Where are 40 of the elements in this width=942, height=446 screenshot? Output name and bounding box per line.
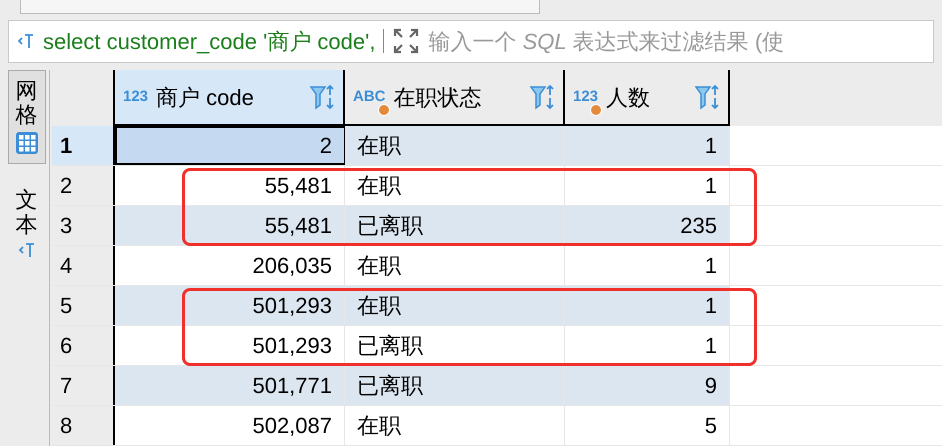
row-number[interactable]: 4 <box>52 246 115 285</box>
column-title: 人数 <box>606 84 652 112</box>
side-tab[interactable]: 文本 <box>8 180 46 267</box>
expand-icon[interactable] <box>392 27 420 56</box>
type-label: 123 <box>123 86 148 107</box>
column-title: 在职状态 <box>394 84 482 112</box>
row-number[interactable]: 3 <box>52 206 115 245</box>
row-number[interactable]: 6 <box>52 326 115 365</box>
tab-header[interactable] <box>20 0 540 14</box>
table-cell: 已离职 <box>345 366 565 405</box>
filter-sort-icon[interactable] <box>309 84 335 110</box>
text-cursor-icon <box>18 240 36 259</box>
table-cell: 1 <box>565 286 730 325</box>
table-cell: 在职 <box>345 286 565 325</box>
row-number[interactable]: 8 <box>52 406 115 445</box>
row-number[interactable]: 5 <box>52 286 115 325</box>
query-text: select customer_code '商户 code', <box>43 28 376 56</box>
table-cell: 在职 <box>345 126 565 165</box>
table-cell: 9 <box>565 366 730 405</box>
table-cell: 1 <box>565 126 730 165</box>
row-number[interactable]: 7 <box>52 366 115 405</box>
column-title: 商户 code <box>156 84 255 112</box>
table-cell: 55,481 <box>115 206 345 245</box>
grid-icon <box>14 131 38 156</box>
type-label: ABC <box>353 86 386 107</box>
table-cell: 2 <box>115 126 345 165</box>
table-cell: 501,771 <box>115 366 345 405</box>
text-cursor-icon <box>17 32 35 50</box>
row-number[interactable]: 2 <box>52 166 115 205</box>
side-tab[interactable]: 网格 <box>8 70 46 164</box>
type-label: 123 <box>573 86 598 107</box>
column-header[interactable]: 123 商户 code <box>115 70 345 126</box>
column-header[interactable]: ABC 在职状态 <box>345 70 565 126</box>
filter-sort-icon[interactable] <box>529 84 555 110</box>
table-cell: 501,293 <box>115 286 345 325</box>
table-cell: 已离职 <box>345 206 565 245</box>
filter-sort-icon[interactable] <box>694 84 720 110</box>
row-number[interactable]: 1 <box>52 126 115 165</box>
column-header[interactable]: 123 人数 <box>565 70 730 126</box>
table-cell: 235 <box>565 206 730 245</box>
